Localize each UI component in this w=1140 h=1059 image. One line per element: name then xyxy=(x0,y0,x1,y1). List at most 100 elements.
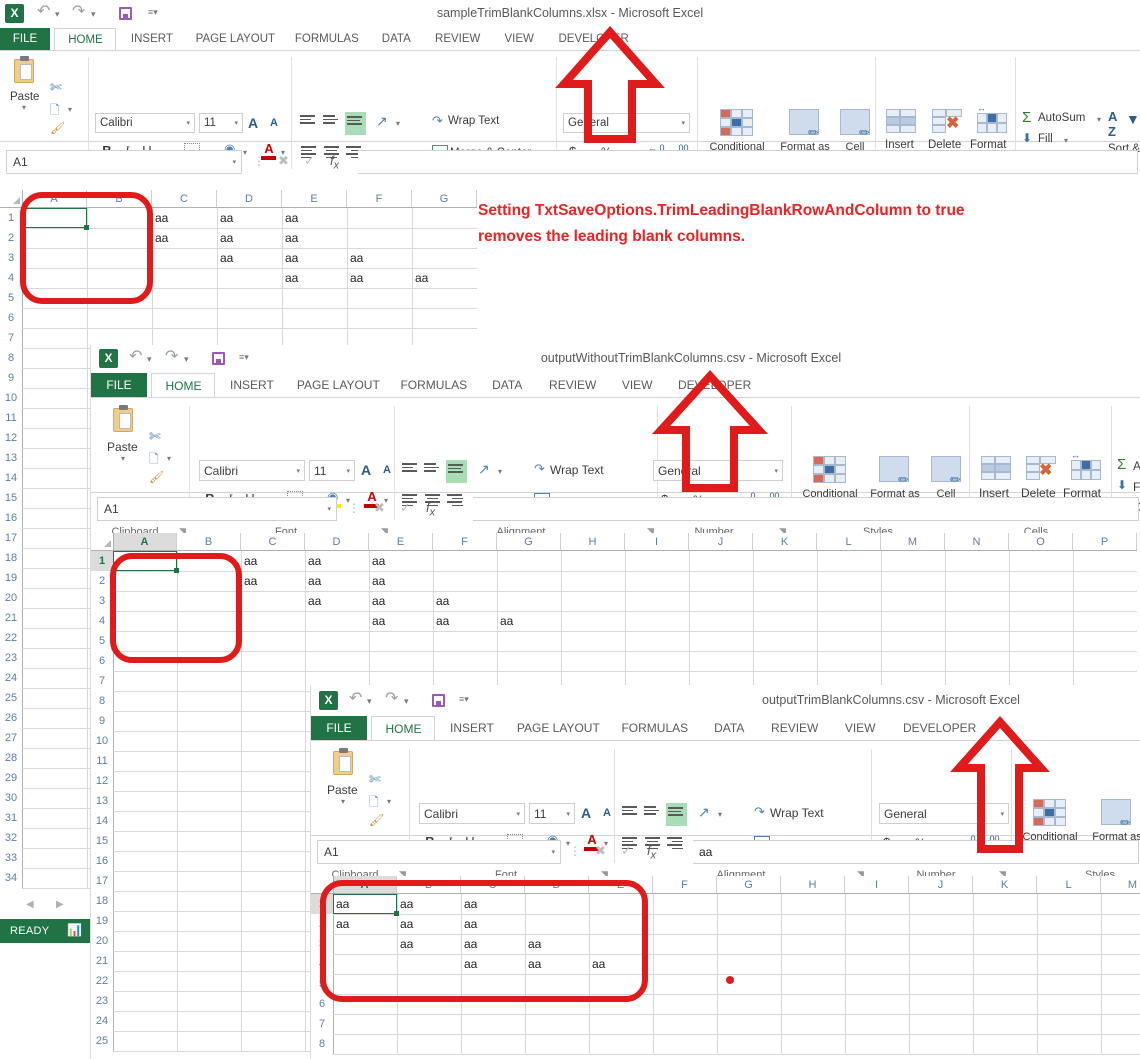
cell-F4[interactable]: aa xyxy=(436,611,496,631)
formula-input-1[interactable] xyxy=(358,150,1138,174)
cell-E1[interactable]: aa xyxy=(372,551,432,571)
tab-insert-3[interactable]: INSERT xyxy=(440,716,504,740)
font-size-input[interactable]: 11 ▾ xyxy=(199,113,243,133)
tab-data[interactable]: DATA xyxy=(370,28,422,50)
wrap-text-icon-2[interactable]: ↷ xyxy=(534,461,545,477)
tab-page-layout[interactable]: PAGE LAYOUT xyxy=(187,28,283,50)
column-header-F[interactable]: F xyxy=(347,190,412,208)
sort-az-icon[interactable]: AZ xyxy=(1108,109,1117,139)
increase-font-size-icon[interactable]: A xyxy=(248,115,258,131)
paste-icon-2[interactable] xyxy=(113,408,133,432)
row-header-23[interactable]: 23 xyxy=(91,991,113,1011)
redo-icon-3[interactable]: ↷ xyxy=(385,691,398,707)
tab-formulas-2[interactable]: FORMULAS xyxy=(393,373,475,397)
row-header-22[interactable]: 22 xyxy=(91,971,113,991)
cell-C1[interactable]: aa xyxy=(155,208,216,228)
tab-insert[interactable]: INSERT xyxy=(121,28,183,50)
select-all-corner-2[interactable] xyxy=(91,533,113,549)
cell-G4[interactable]: aa xyxy=(415,268,476,288)
row-header-13[interactable]: 13 xyxy=(0,448,22,468)
tab-file[interactable]: FILE xyxy=(0,28,50,50)
cell-D3[interactable]: aa xyxy=(220,248,281,268)
font-size-chevron-down-icon[interactable]: ▾ xyxy=(234,119,238,127)
row-header-21[interactable]: 21 xyxy=(91,951,113,971)
undo-dropdown-icon[interactable]: ▾ xyxy=(55,10,60,19)
column-header-D[interactable]: D xyxy=(217,190,282,208)
cell-F4[interactable]: aa xyxy=(350,268,411,288)
row-header-24[interactable]: 24 xyxy=(0,668,22,688)
redo-dropdown-icon[interactable]: ▾ xyxy=(91,10,96,19)
row-header-16[interactable]: 16 xyxy=(91,851,113,871)
tab-view[interactable]: VIEW xyxy=(493,28,545,50)
column-header-J[interactable]: J xyxy=(689,533,753,551)
name-box-chevron-down-icon[interactable]: ▾ xyxy=(232,158,236,166)
row-header-33[interactable]: 33 xyxy=(0,848,22,868)
enter-formula-icon-2[interactable]: ✓ xyxy=(400,500,411,516)
wrap-text-label-2[interactable]: Wrap Text xyxy=(550,463,604,477)
row-header-12[interactable]: 12 xyxy=(91,771,113,791)
row-header-5[interactable]: 5 xyxy=(0,288,22,308)
wrap-text-icon[interactable]: ↷ xyxy=(432,113,443,129)
align-middle-icon[interactable] xyxy=(323,115,338,126)
column-header-G[interactable]: G xyxy=(497,533,561,551)
align-top-icon-2[interactable] xyxy=(402,463,417,474)
row-header-22[interactable]: 22 xyxy=(0,628,22,648)
fill-icon[interactable]: ⬇ xyxy=(1022,131,1032,145)
column-header-I[interactable]: I xyxy=(625,533,689,551)
formula-input-2[interactable] xyxy=(473,497,1139,521)
save-icon-2[interactable] xyxy=(212,352,225,365)
number-format-chevron-down-icon[interactable]: ▾ xyxy=(681,119,685,127)
row-header-6[interactable]: 6 xyxy=(91,651,113,671)
column-header-B[interactable]: B xyxy=(177,533,241,551)
row-header-19[interactable]: 19 xyxy=(0,568,22,588)
paste-icon[interactable] xyxy=(14,59,34,83)
paste-icon-3[interactable] xyxy=(333,751,353,775)
tab-data-2[interactable]: DATA xyxy=(479,373,535,397)
orientation-icon[interactable]: ↗ xyxy=(376,113,388,130)
cancel-formula-icon-2[interactable]: ✖ xyxy=(374,500,385,516)
column-header-O[interactable]: O xyxy=(1009,533,1073,551)
row-header-20[interactable]: 20 xyxy=(91,931,113,951)
name-box-chevron-down-icon-3[interactable]: ▾ xyxy=(551,848,555,856)
row-header-20[interactable]: 20 xyxy=(0,588,22,608)
enter-formula-icon-3[interactable]: ✓ xyxy=(621,843,632,859)
row-header-14[interactable]: 14 xyxy=(91,811,113,831)
format-painter-icon-2[interactable]: 🖌 xyxy=(149,470,164,484)
column-header-H[interactable]: H xyxy=(781,876,845,894)
font-size-input-3[interactable]: 11 ▾ xyxy=(529,803,575,824)
paste-label-2[interactable]: Paste xyxy=(107,440,138,454)
formula-input-3[interactable]: aa xyxy=(693,840,1139,864)
cell-C1[interactable]: aa xyxy=(244,551,304,571)
column-header-C[interactable]: C xyxy=(152,190,217,208)
enter-formula-icon[interactable]: ✓ xyxy=(304,153,315,169)
tab-page-layout-3[interactable]: PAGE LAYOUT xyxy=(508,716,608,740)
cell-F3[interactable]: aa xyxy=(436,591,496,611)
cell-C2[interactable]: aa xyxy=(155,228,216,248)
tab-view-3[interactable]: VIEW xyxy=(832,716,888,740)
copy-icon-3[interactable]: 🗋 xyxy=(369,793,379,814)
paste-dropdown-icon-2[interactable]: ▾ xyxy=(121,454,125,463)
column-header-H[interactable]: H xyxy=(561,533,625,551)
row-header-25[interactable]: 25 xyxy=(0,688,22,708)
cell-F3[interactable]: aa xyxy=(350,248,411,268)
cell-D1[interactable]: aa xyxy=(308,551,368,571)
tab-insert-2[interactable]: INSERT xyxy=(220,373,284,397)
column-header-E[interactable]: E xyxy=(369,533,433,551)
font-size-chevron-down-icon-3[interactable]: ▾ xyxy=(566,810,570,818)
insert-function-icon-2[interactable]: fx xyxy=(426,500,435,519)
orientation-icon-3[interactable]: ↗ xyxy=(698,804,710,821)
name-box-2[interactable]: A1 ▾ xyxy=(97,497,337,521)
cell-E2[interactable]: aa xyxy=(372,571,432,591)
font-name-input-2[interactable]: Calibri ▾ xyxy=(199,460,305,481)
row-header-18[interactable]: 18 xyxy=(91,891,113,911)
align-bottom-icon[interactable] xyxy=(345,112,366,135)
paste-dropdown-icon-3[interactable]: ▾ xyxy=(341,797,345,806)
row-header-14[interactable]: 14 xyxy=(0,468,22,488)
align-top-icon-3[interactable] xyxy=(622,806,637,817)
row-header-28[interactable]: 28 xyxy=(0,748,22,768)
column-header-L[interactable]: L xyxy=(1037,876,1101,894)
align-middle-icon-2[interactable] xyxy=(424,463,439,474)
cell-E3[interactable]: aa xyxy=(372,591,432,611)
row-header-8[interactable]: 8 xyxy=(311,1034,333,1054)
row-header-2[interactable]: 2 xyxy=(0,228,22,248)
